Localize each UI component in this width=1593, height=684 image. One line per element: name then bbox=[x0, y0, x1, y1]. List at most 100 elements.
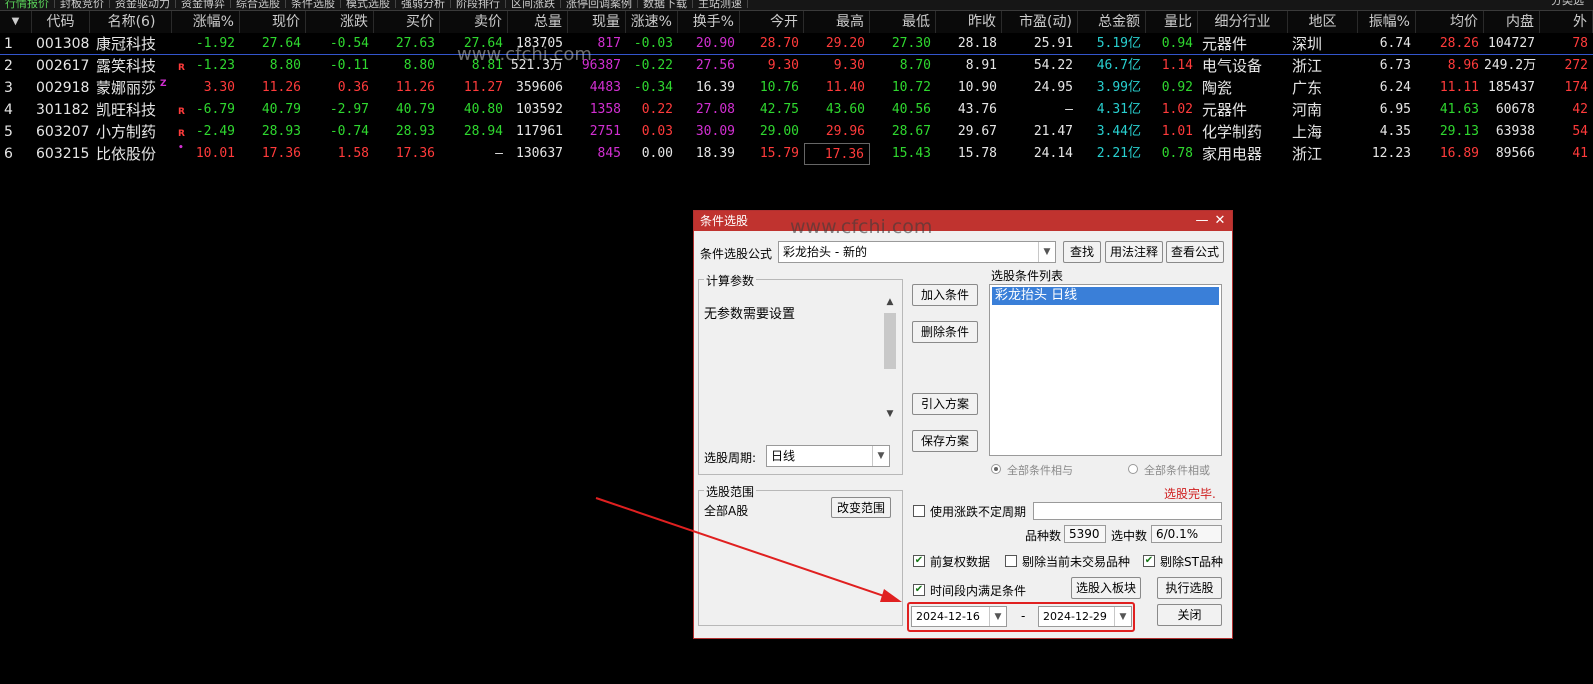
column-header[interactable]: 均价 bbox=[1416, 11, 1484, 33]
calc-params-scrollbar[interactable]: ▲ ▼ bbox=[882, 297, 898, 419]
column-header[interactable]: 卖价 bbox=[440, 11, 508, 33]
table-row[interactable]: 1 001308 康冠科技 -1.92 27.64 -0.54 27.63 27.64 1837… bbox=[0, 33, 1593, 55]
timespan-checkbox[interactable]: ✔ bbox=[913, 584, 925, 596]
function-tab[interactable]: 阶段排行 bbox=[451, 0, 506, 9]
function-tab[interactable]: 强弱分析 bbox=[396, 0, 451, 9]
column-header[interactable]: 量比 bbox=[1146, 11, 1198, 33]
add-to-block-button[interactable]: 选股入板块 bbox=[1071, 577, 1141, 599]
delete-condition-button[interactable]: 删除条件 bbox=[912, 321, 978, 343]
table-row[interactable]: 3 002918 蒙娜丽莎 3.30 11.26 0.36 11.26 11.27 359606… bbox=[0, 77, 1593, 99]
column-header[interactable]: 买价 bbox=[374, 11, 440, 33]
function-tab[interactable]: 数据下载 bbox=[638, 0, 693, 9]
radio-all-and[interactable] bbox=[991, 464, 1001, 474]
function-tab[interactable]: 区间涨跌 bbox=[506, 0, 561, 9]
function-tab[interactable]: 资金驱动力 bbox=[110, 0, 176, 9]
cell-outer: 272 bbox=[1564, 58, 1588, 73]
cell-price: 28.93 bbox=[261, 124, 301, 139]
function-tab[interactable]: 模式选股 bbox=[341, 0, 396, 9]
uncertain-period-checkbox[interactable] bbox=[913, 505, 925, 517]
close-icon[interactable]: ✕ bbox=[1212, 211, 1228, 231]
sort-triangle-icon[interactable]: ▼ bbox=[0, 11, 32, 33]
chevron-down-icon[interactable]: ▼ bbox=[989, 607, 1006, 626]
annotation-arrow bbox=[595, 497, 902, 602]
date-to-picker[interactable]: 2024-12-29 ▼ bbox=[1038, 606, 1132, 627]
cell-price: 17.36 bbox=[261, 146, 301, 161]
selected-count-value: 6/0.1% bbox=[1151, 525, 1222, 543]
cell-bid: 40.79 bbox=[395, 102, 435, 117]
cell-region: 广东 bbox=[1292, 79, 1323, 97]
column-header[interactable]: 最低 bbox=[870, 11, 936, 33]
column-header[interactable]: 昨收 bbox=[936, 11, 1002, 33]
formula-select[interactable]: 彩龙抬头 - 新的 ▼ bbox=[778, 241, 1056, 263]
import-plan-button[interactable]: 引入方案 bbox=[912, 393, 978, 415]
column-header[interactable]: 外 bbox=[1540, 11, 1593, 33]
table-row[interactable]: 6 603215 比依股份 10.01 17.36 1.58 17.36—130637 845… bbox=[0, 143, 1593, 165]
save-plan-button[interactable]: 保存方案 bbox=[912, 430, 978, 452]
column-header[interactable]: 振幅% bbox=[1358, 11, 1416, 33]
column-header[interactable]: 名称(6) bbox=[92, 11, 172, 33]
column-header[interactable]: 最高 bbox=[804, 11, 870, 33]
function-tab[interactable]: 主站测速 bbox=[693, 0, 748, 9]
column-header[interactable]: 现量 bbox=[568, 11, 626, 33]
column-header[interactable]: 涨幅% bbox=[172, 11, 240, 33]
column-header[interactable]: 涨速% bbox=[626, 11, 678, 33]
uncertain-period-input[interactable] bbox=[1033, 502, 1222, 520]
function-tab[interactable]: 涨停回调案例 bbox=[561, 0, 638, 9]
usage-notes-button[interactable]: 用法注释 bbox=[1105, 241, 1163, 263]
condition-list[interactable]: 彩龙抬头 日线 bbox=[989, 284, 1222, 456]
function-tab[interactable]: 资金博弈 bbox=[176, 0, 231, 9]
cell-ask: 28.94 bbox=[463, 124, 503, 139]
table-row[interactable]: 5 603207 小方制药 -2.49 28.93 -0.74 28.93 28.94 1179… bbox=[0, 121, 1593, 143]
execute-button[interactable]: 执行选股 bbox=[1157, 577, 1222, 599]
cell-turnover: 20.90 bbox=[695, 36, 735, 51]
adjust-data-checkbox[interactable]: ✔ bbox=[913, 555, 925, 567]
cell-chg: 0.36 bbox=[337, 80, 369, 95]
column-header[interactable]: 换手% bbox=[678, 11, 740, 33]
column-header[interactable]: 现价 bbox=[240, 11, 306, 33]
period-select[interactable]: 日线 ▼ bbox=[766, 445, 890, 467]
cell-amplitude: 6.24 bbox=[1379, 80, 1411, 95]
cell-chg: 1.58 bbox=[337, 146, 369, 161]
column-header[interactable]: 涨跌 bbox=[306, 11, 374, 33]
cell-prev: 43.76 bbox=[957, 102, 997, 117]
column-header[interactable]: 地区 bbox=[1288, 11, 1358, 33]
column-header[interactable]: 代码 bbox=[32, 11, 90, 33]
column-header[interactable]: 市盈(动) bbox=[1002, 11, 1078, 33]
cell-region: 河南 bbox=[1292, 101, 1323, 119]
function-tab[interactable]: 条件选股 bbox=[286, 0, 341, 9]
column-header[interactable]: 细分行业 bbox=[1198, 11, 1288, 33]
column-header[interactable]: 内盘 bbox=[1484, 11, 1540, 33]
cell-outer: 54 bbox=[1572, 124, 1588, 139]
chevron-down-icon[interactable]: ▼ bbox=[882, 409, 898, 419]
function-tab[interactable]: 行情报价 bbox=[0, 0, 55, 9]
category-tab[interactable]: 分类选 bbox=[1546, 0, 1589, 6]
view-formula-button[interactable]: 查看公式 bbox=[1166, 241, 1224, 263]
chevron-up-icon[interactable]: ▲ bbox=[882, 297, 898, 307]
radio-all-or[interactable] bbox=[1128, 464, 1138, 474]
condition-list-item[interactable]: 彩龙抬头 日线 bbox=[992, 287, 1219, 305]
cell-ask: 40.80 bbox=[463, 102, 503, 117]
date-from-picker[interactable]: 2024-12-16 ▼ bbox=[911, 606, 1007, 627]
column-header[interactable]: 今开 bbox=[740, 11, 804, 33]
function-tab[interactable]: 综合选股 bbox=[231, 0, 286, 9]
chevron-down-icon[interactable]: ▼ bbox=[1114, 607, 1131, 626]
column-header[interactable]: 总金额 bbox=[1078, 11, 1146, 33]
cell-region: 浙江 bbox=[1292, 145, 1323, 163]
cell-speed: 0.00 bbox=[641, 146, 673, 161]
table-row[interactable]: 4 301182 凯旺科技 -6.79 40.79 -2.97 40.79 40.80 1035… bbox=[0, 99, 1593, 121]
scrollbar-thumb[interactable] bbox=[884, 313, 896, 369]
cell-low: 27.30 bbox=[891, 36, 931, 51]
exclude-untraded-checkbox[interactable] bbox=[1005, 555, 1017, 567]
chevron-down-icon[interactable]: ▼ bbox=[872, 446, 889, 466]
column-header[interactable]: 总量 bbox=[508, 11, 568, 33]
close-button[interactable]: 关闭 bbox=[1157, 604, 1222, 626]
exclude-st-checkbox[interactable]: ✔ bbox=[1143, 555, 1155, 567]
cell-turnover: 16.39 bbox=[695, 80, 735, 95]
add-condition-button[interactable]: 加入条件 bbox=[912, 284, 978, 306]
find-button[interactable]: 查找 bbox=[1063, 241, 1101, 263]
table-row[interactable]: 2 002617 露笑科技 -1.23 8.80 -0.11 8.80 8.81 521.3万 9… bbox=[0, 55, 1593, 77]
minimize-icon[interactable]: — bbox=[1194, 211, 1210, 231]
chevron-down-icon[interactable]: ▼ bbox=[1038, 242, 1055, 262]
function-tab[interactable]: 封板竞价 bbox=[55, 0, 110, 9]
cell-ask: 11.27 bbox=[463, 80, 503, 95]
